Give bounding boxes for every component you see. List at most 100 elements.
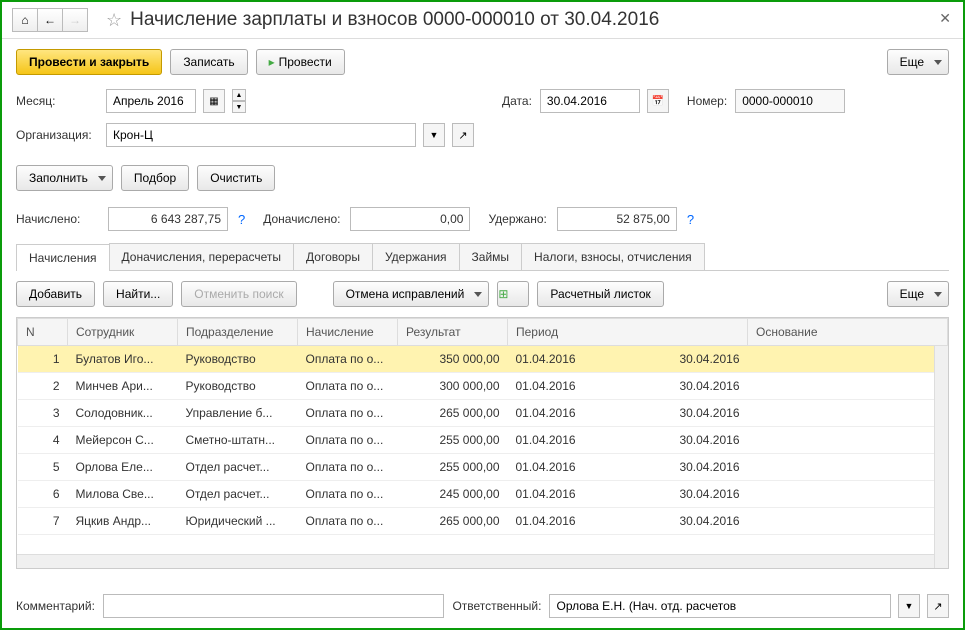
responsible-dropdown-button[interactable]: ▼ [898, 594, 920, 618]
cell-period-to: 30.04.2016 [628, 454, 748, 481]
responsible-input[interactable] [549, 594, 891, 618]
tab-recalc[interactable]: Доначисления, перерасчеты [109, 243, 294, 270]
tab-accruals[interactable]: Начисления [16, 244, 110, 271]
number-label: Номер: [687, 94, 727, 108]
col-department[interactable]: Подразделение [178, 319, 298, 346]
add-button[interactable]: Добавить [16, 281, 95, 307]
tab-more-button[interactable]: Еще [887, 281, 949, 307]
cell-department: Сметно-штатн... [178, 427, 298, 454]
month-label: Месяц: [16, 94, 98, 108]
arrow-right-icon: → [69, 13, 81, 27]
org-label: Организация: [16, 128, 98, 142]
org-dropdown-button[interactable]: ▼ [423, 123, 445, 147]
cell-result: 255 000,00 [398, 427, 508, 454]
back-button[interactable]: ← [37, 8, 63, 32]
cell-period-from: 01.04.2016 [508, 427, 628, 454]
table-row[interactable]: 2Минчев Ари...РуководствоОплата по о...3… [18, 373, 948, 400]
cell-result: 350 000,00 [398, 346, 508, 373]
cell-department: Отдел расчет... [178, 481, 298, 508]
star-icon[interactable]: ☆ [106, 10, 122, 31]
cell-period-from: 01.04.2016 [508, 346, 628, 373]
tab-taxes[interactable]: Налоги, взносы, отчисления [521, 243, 705, 270]
cell-period-to: 30.04.2016 [628, 346, 748, 373]
chevron-down-icon: ▼ [905, 601, 914, 611]
table-row[interactable]: 3Солодовник...Управление б...Оплата по о… [18, 400, 948, 427]
save-button[interactable]: Записать [170, 49, 247, 75]
col-result[interactable]: Результат [398, 319, 508, 346]
withheld-label: Удержано: [488, 212, 546, 226]
cell-employee: Орлова Еле... [68, 454, 178, 481]
tab-contracts[interactable]: Договоры [293, 243, 373, 270]
chevron-down-icon: ▼ [430, 130, 439, 140]
table-scrollbar-vertical[interactable] [934, 346, 948, 568]
fill-button[interactable]: Заполнить [16, 165, 113, 191]
open-icon: ↗ [933, 600, 942, 613]
cancel-corrections-button[interactable]: Отмена исправлений [333, 281, 490, 307]
number-input[interactable] [735, 89, 845, 113]
month-up-button[interactable]: ▲ [232, 89, 246, 101]
col-accrual[interactable]: Начисление [298, 319, 398, 346]
cell-result: 255 000,00 [398, 454, 508, 481]
cell-employee: Мейерсон С... [68, 427, 178, 454]
cell-employee: Минчев Ари... [68, 373, 178, 400]
table-row[interactable]: 4Мейерсон С...Сметно-штатн...Оплата по о… [18, 427, 948, 454]
date-input[interactable] [540, 89, 640, 113]
tab-loans[interactable]: Займы [459, 243, 523, 270]
cell-period-from: 01.04.2016 [508, 481, 628, 508]
find-button[interactable]: Найти... [103, 281, 173, 307]
comment-input[interactable] [103, 594, 445, 618]
month-calendar-button[interactable] [203, 89, 225, 113]
cell-n: 3 [18, 400, 68, 427]
cell-basis [748, 427, 948, 454]
table-row[interactable]: 1Булатов Иго...РуководствоОплата по о...… [18, 346, 948, 373]
org-open-button[interactable]: ↗ [452, 123, 474, 147]
month-input[interactable] [106, 89, 196, 113]
cell-period-from: 01.04.2016 [508, 400, 628, 427]
arrow-left-icon: ← [44, 13, 56, 27]
submit-button[interactable]: ▸Провести [256, 49, 345, 75]
table-row[interactable]: 5Орлова Еле...Отдел расчет...Оплата по о… [18, 454, 948, 481]
grid-action-button[interactable]: ⊞ [497, 281, 529, 307]
responsible-open-button[interactable]: ↗ [927, 594, 949, 618]
cell-basis [748, 346, 948, 373]
comment-label: Комментарий: [16, 599, 95, 613]
home-button[interactable]: ⌂ [12, 8, 38, 32]
table-row[interactable]: 7Яцкив Андр...Юридический ...Оплата по о… [18, 508, 948, 535]
submit-close-button[interactable]: Провести и закрыть [16, 49, 162, 75]
cell-result: 300 000,00 [398, 373, 508, 400]
forward-button[interactable]: → [62, 8, 88, 32]
cell-result: 245 000,00 [398, 481, 508, 508]
org-input[interactable] [106, 123, 416, 147]
table-scrollbar-horizontal[interactable] [17, 554, 934, 568]
cell-accrual: Оплата по о... [298, 481, 398, 508]
more-button[interactable]: Еще [887, 49, 949, 75]
month-down-button[interactable]: ▼ [232, 101, 246, 113]
cell-employee: Солодовник... [68, 400, 178, 427]
grid-icon [209, 95, 218, 107]
cell-basis [748, 508, 948, 535]
responsible-label: Ответственный: [452, 599, 541, 613]
calendar-icon [652, 95, 664, 107]
select-button[interactable]: Подбор [121, 165, 189, 191]
col-employee[interactable]: Сотрудник [68, 319, 178, 346]
additional-value: 0,00 [350, 207, 470, 231]
cell-department: Управление б... [178, 400, 298, 427]
clear-button[interactable]: Очистить [197, 165, 275, 191]
tab-deductions[interactable]: Удержания [372, 243, 460, 270]
cell-department: Юридический ... [178, 508, 298, 535]
cell-n: 1 [18, 346, 68, 373]
accrued-help-icon[interactable]: ? [238, 212, 245, 227]
col-period[interactable]: Период [508, 319, 748, 346]
submit-icon: ▸ [269, 55, 275, 69]
cell-department: Руководство [178, 373, 298, 400]
cell-accrual: Оплата по о... [298, 427, 398, 454]
payslip-button[interactable]: Расчетный листок [537, 281, 663, 307]
date-calendar-button[interactable] [647, 89, 669, 113]
table-row[interactable]: 6Милова Све...Отдел расчет...Оплата по о… [18, 481, 948, 508]
col-basis[interactable]: Основание [748, 319, 948, 346]
col-n[interactable]: N [18, 319, 68, 346]
withheld-help-icon[interactable]: ? [687, 212, 694, 227]
cell-n: 7 [18, 508, 68, 535]
cell-period-from: 01.04.2016 [508, 373, 628, 400]
close-button[interactable]: ✕ [939, 10, 951, 27]
